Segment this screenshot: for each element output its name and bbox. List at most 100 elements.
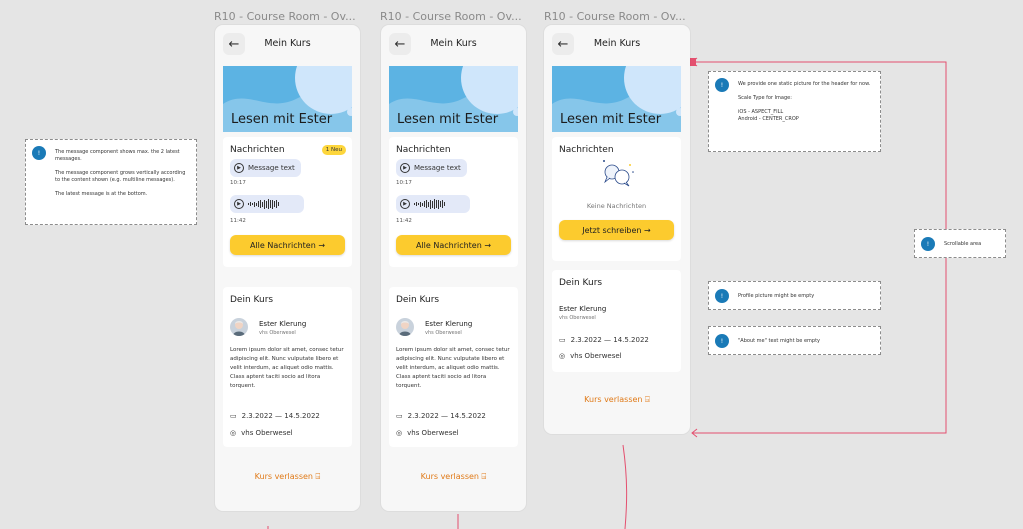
teacher-org: vhs Oberwesel: [259, 330, 296, 336]
location-row: ◎ vhs Oberwesel: [396, 429, 459, 437]
about-text: Lorem ipsum dolor sit amet, consec tetur…: [396, 347, 510, 389]
phone-frame-3: ← Mein Kurs Lesen mit Ester Nachrichten …: [544, 25, 690, 434]
note-paragraph: The message component grows vertically a…: [55, 170, 186, 183]
note-paragraph: The message component shows max. the 2 l…: [55, 149, 180, 162]
note-paragraph: We provide one static picture for the he…: [738, 81, 871, 87]
calendar-icon: ▭: [230, 412, 237, 420]
course-card: Dein Kurs Ester Klerung vhs Oberwesel Lo…: [389, 287, 518, 447]
teacher-org: vhs Oberwesel: [559, 315, 596, 321]
header-image: Lesen mit Ester: [552, 66, 681, 132]
play-icon[interactable]: ▶: [400, 163, 410, 173]
location-pin-icon: ◎: [230, 429, 237, 437]
page-title: Mein Kurs: [264, 38, 311, 49]
note-text: Scrollable area: [944, 241, 982, 247]
top-bar: ← Mein Kurs: [544, 25, 690, 63]
write-message-button[interactable]: Jetzt schreiben →: [559, 220, 674, 240]
calendar-icon: ▭: [396, 412, 403, 420]
course-card: Dein Kurs Ester Klerung vhs Oberwesel ▭ 2…: [552, 270, 681, 372]
messages-title: Nachrichten: [396, 145, 451, 155]
chat-bubbles-icon: [603, 160, 634, 187]
messages-card: Nachrichten ▶ Message text 10:17 ▶ 11:42…: [389, 137, 518, 267]
message-time: 11:42: [230, 218, 246, 224]
location-pin-icon: ◎: [396, 429, 403, 437]
text-message[interactable]: ▶ Message text: [396, 159, 467, 177]
avatar: [396, 318, 414, 336]
message-text: Message text: [414, 164, 461, 172]
frame-title[interactable]: R10 - Course Room - Ov...: [380, 10, 525, 23]
note-text: The message component shows max. the 2 l…: [55, 149, 190, 205]
all-messages-button[interactable]: Alle Nachrichten →: [230, 235, 345, 255]
note-about-text[interactable]: ! "About me" text might be empty: [708, 326, 881, 355]
teacher-name: Ester Klerung: [559, 305, 607, 313]
note-message-component[interactable]: ! The message component shows max. the 2…: [25, 139, 197, 225]
play-icon[interactable]: ▶: [234, 199, 244, 209]
page-title: Mein Kurs: [430, 38, 477, 49]
note-text: Profile picture might be empty: [738, 293, 815, 299]
info-marker-icon: !: [921, 237, 935, 251]
leave-label: Kurs verlassen: [584, 395, 643, 404]
date-row: ▭ 2.3.2022 — 14.5.2022: [396, 412, 486, 420]
message-time: 11:42: [396, 218, 412, 224]
messages-card: Nachrichten Keine Nachrichten Jetzt schr…: [552, 137, 681, 261]
leave-label: Kurs verlassen: [254, 472, 313, 481]
page-title: Mein Kurs: [593, 38, 641, 49]
messages-title: Nachrichten: [559, 145, 614, 155]
course-title: Dein Kurs: [559, 278, 603, 288]
exit-door-icon: ⍈: [315, 472, 321, 481]
messages-title: Nachrichten: [230, 145, 285, 155]
note-header-image[interactable]: ! We provide one static picture for the …: [708, 71, 881, 152]
calendar-icon: ▭: [559, 336, 566, 344]
info-marker-icon: !: [715, 334, 729, 348]
avatar: [230, 318, 248, 336]
all-messages-button[interactable]: Alle Nachrichten →: [396, 235, 511, 255]
top-bar: ← Mein Kurs: [215, 25, 360, 63]
info-marker-icon: !: [715, 78, 729, 92]
course-title: Dein Kurs: [230, 295, 274, 305]
top-bar: ← Mein Kurs: [381, 25, 526, 63]
info-marker-icon: !: [715, 289, 729, 303]
leave-course-button[interactable]: Kurs verlassen ⍈: [381, 472, 526, 482]
location: vhs Oberwesel: [570, 352, 622, 360]
location: vhs Oberwesel: [241, 429, 293, 437]
note-text: We provide one static picture for the he…: [738, 81, 874, 130]
new-badge: 1 Neu: [321, 145, 346, 155]
messages-card: Nachrichten 1 Neu ▶ Message text 10:17 ▶…: [223, 137, 352, 267]
hero-title: Lesen mit Ester: [231, 112, 333, 127]
frame-title[interactable]: R10 - Course Room - Ov...: [544, 10, 689, 23]
voice-message[interactable]: ▶: [396, 195, 470, 213]
note-paragraph: iOS - ASPECT_FILL Android - CENTER_CROP: [738, 109, 799, 122]
location-row: ◎ vhs Oberwesel: [230, 429, 293, 437]
note-profile-picture[interactable]: ! Profile picture might be empty: [708, 281, 881, 310]
date-row: ▭ 2.3.2022 — 14.5.2022: [559, 336, 649, 344]
location-pin-icon: ◎: [559, 352, 566, 360]
leave-label: Kurs verlassen: [420, 472, 479, 481]
date-range: 2.3.2022 — 14.5.2022: [407, 412, 486, 420]
header-image: Lesen mit Ester: [389, 66, 518, 132]
play-icon[interactable]: ▶: [234, 163, 244, 173]
course-card: Dein Kurs Ester Klerung vhs Oberwesel Lo…: [223, 287, 352, 447]
info-marker-icon: !: [32, 146, 46, 160]
note-scrollable-area[interactable]: ! Scrollable area: [914, 229, 1006, 258]
location-row: ◎ vhs Oberwesel: [559, 352, 622, 360]
location: vhs Oberwesel: [407, 429, 459, 437]
message-time: 10:17: [396, 180, 412, 186]
note-paragraph: Scale Type for Image:: [738, 95, 792, 101]
about-text: Lorem ipsum dolor sit amet, consec tetur…: [230, 347, 344, 389]
message-text: Message text: [248, 164, 295, 172]
phone-frame-2: ← Mein Kurs Lesen mit Ester Nachrichten …: [381, 25, 526, 511]
frame-title[interactable]: R10 - Course Room - Ov...: [214, 10, 359, 23]
exit-door-icon: ⍈: [645, 395, 650, 404]
play-icon[interactable]: ▶: [400, 199, 410, 209]
leave-course-button[interactable]: Kurs verlassen ⍈: [544, 395, 690, 405]
voice-message[interactable]: ▶: [230, 195, 304, 213]
note-paragraph: The latest message is at the bottom.: [55, 191, 148, 197]
hero-title: Lesen mit Ester: [397, 112, 499, 127]
teacher-org: vhs Oberwesel: [425, 330, 462, 336]
phone-frame-1: ← Mein Kurs Lesen mit Ester Nachrichten …: [215, 25, 360, 511]
date-range: 2.3.2022 — 14.5.2022: [241, 412, 320, 420]
note-text: "About me" text might be empty: [738, 338, 820, 344]
date-range: 2.3.2022 — 14.5.2022: [570, 336, 649, 344]
teacher-name: Ester Klerung: [425, 320, 473, 328]
leave-course-button[interactable]: Kurs verlassen ⍈: [215, 472, 360, 482]
text-message[interactable]: ▶ Message text: [230, 159, 301, 177]
